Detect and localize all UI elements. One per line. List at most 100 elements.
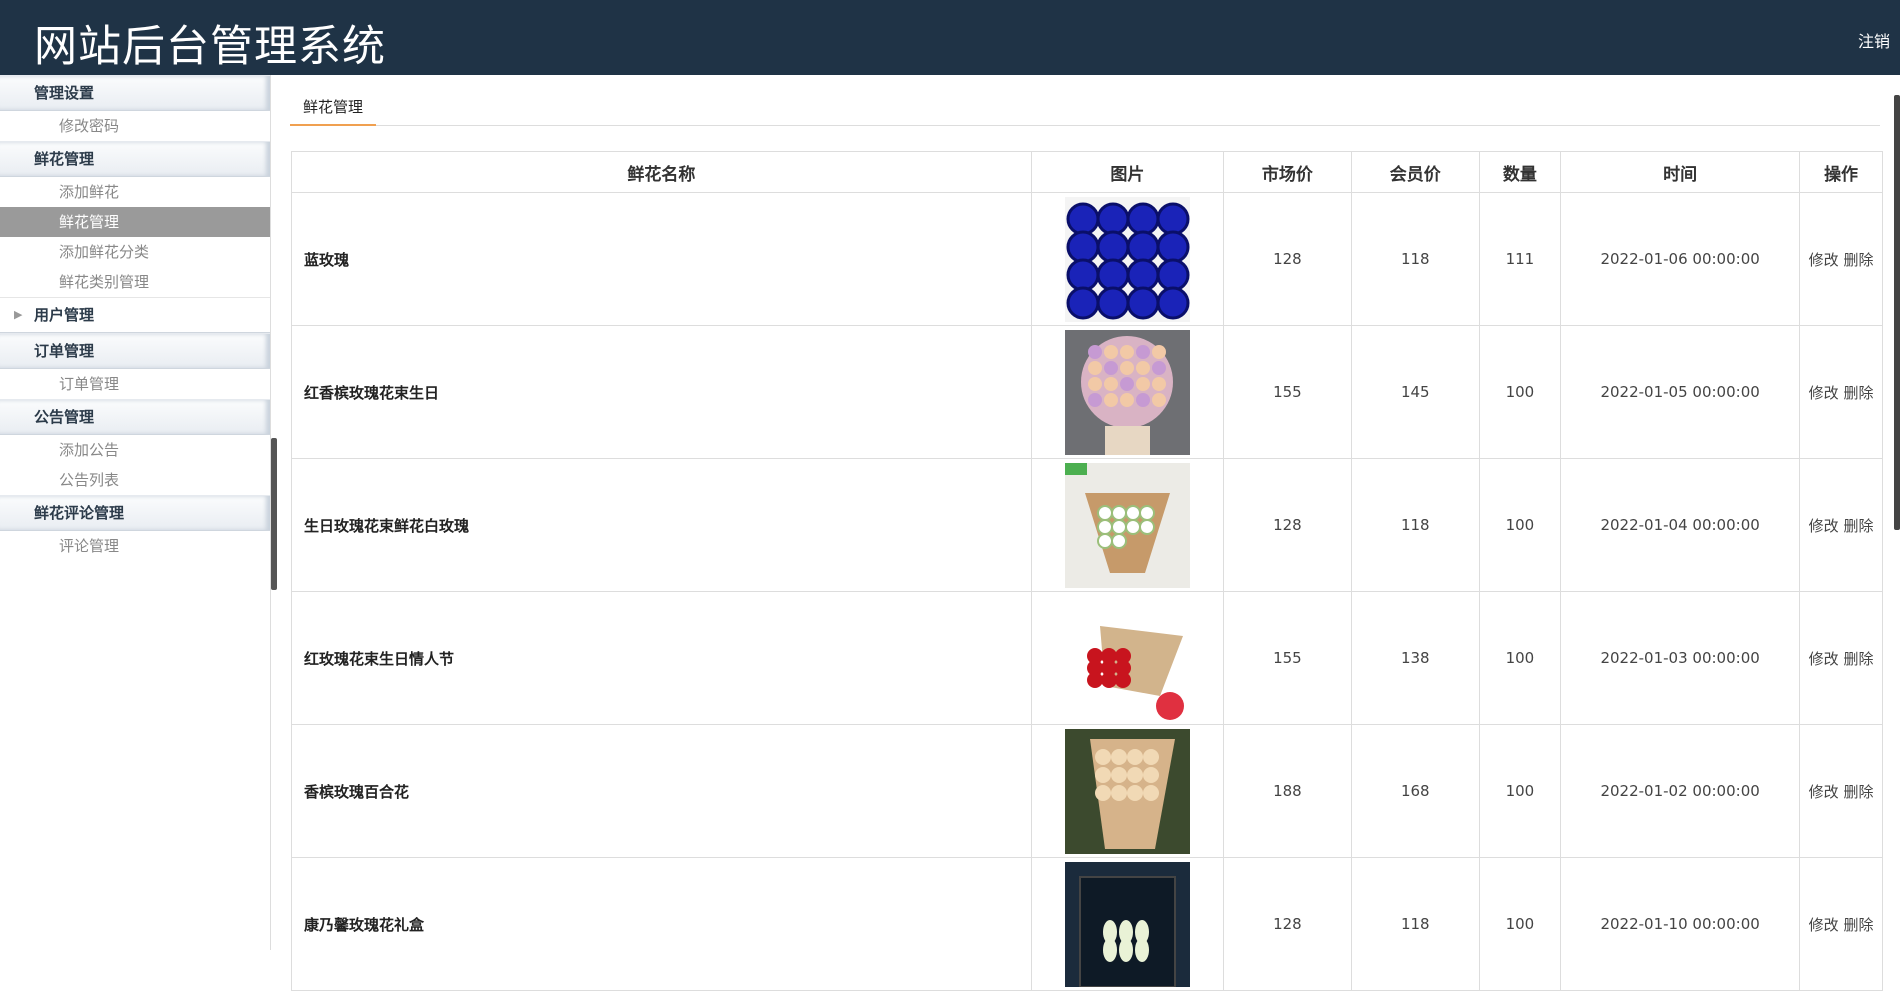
edit-link[interactable]: 修改 xyxy=(1809,517,1839,535)
sidebar-splitter-handle[interactable] xyxy=(271,438,277,590)
flower-thumbnail[interactable] xyxy=(1033,196,1222,322)
table-row: 红玫瑰花束生日情人节 155 138 100 2022-01-03 00:00:… xyxy=(291,591,1883,725)
table-row: 康乃馨玫瑰花礼盒 128 118 100 2022-01-10 00:00:00… xyxy=(291,857,1883,991)
market-price-cell: 128 xyxy=(1222,857,1352,991)
page-scrollbar[interactable] xyxy=(1894,95,1900,530)
member-price-cell: 138 xyxy=(1350,591,1480,725)
delete-link[interactable]: 删除 xyxy=(1843,251,1873,269)
column-header-quantity: 数量 xyxy=(1478,151,1562,193)
delete-link[interactable]: 删除 xyxy=(1843,650,1873,668)
actions-cell: 修改 删除 xyxy=(1799,857,1883,991)
market-price-cell: 155 xyxy=(1222,591,1352,725)
flower-thumbnail[interactable] xyxy=(1033,462,1222,588)
flower-thumbnail[interactable] xyxy=(1033,861,1222,987)
sidebar-item-add-notice[interactable]: 添加公告 xyxy=(0,435,270,465)
edit-link[interactable]: 修改 xyxy=(1809,783,1839,801)
table-header-row: 鲜花名称 图片 市场价 会员价 数量 时间 操作 xyxy=(291,151,1883,193)
sidebar-group-user-management[interactable]: ▶ 用户管理 xyxy=(0,297,270,333)
sidebar-group-label: 用户管理 xyxy=(34,306,95,324)
quantity-cell: 100 xyxy=(1478,325,1562,459)
delete-link[interactable]: 删除 xyxy=(1843,384,1873,402)
flower-name-cell: 蓝玫瑰 xyxy=(291,192,1032,326)
logout-link[interactable]: 注销 xyxy=(1858,28,1890,52)
column-header-time: 时间 xyxy=(1560,151,1801,193)
actions-cell: 修改 删除 xyxy=(1799,724,1883,858)
top-header: 网站后台管理系统 注销 xyxy=(0,0,1900,75)
flower-image-cell xyxy=(1030,724,1224,858)
column-header-market-price: 市场价 xyxy=(1222,151,1352,193)
edit-link[interactable]: 修改 xyxy=(1809,384,1839,402)
sidebar-item-flower-management[interactable]: 鲜花管理 xyxy=(0,207,270,237)
flower-thumbnail[interactable] xyxy=(1033,329,1222,455)
sidebar-group-order-management[interactable]: 订单管理 xyxy=(0,333,270,369)
quantity-cell: 100 xyxy=(1478,458,1562,592)
market-price-cell: 128 xyxy=(1222,458,1352,592)
tab-bar: 鲜花管理 xyxy=(290,97,1880,126)
member-price-cell: 118 xyxy=(1350,458,1480,592)
sidebar: 管理设置 修改密码 鲜花管理 添加鲜花 鲜花管理 添加鲜花分类 鲜花类别管理 ▶… xyxy=(0,75,271,950)
member-price-cell: 168 xyxy=(1350,724,1480,858)
member-price-cell: 145 xyxy=(1350,325,1480,459)
flower-table: 鲜花名称 图片 市场价 会员价 数量 时间 操作 蓝玫瑰 128 118 111… xyxy=(291,151,1883,991)
column-header-member-price: 会员价 xyxy=(1350,151,1480,193)
flower-name-cell: 生日玫瑰花束鲜花白玫瑰 xyxy=(291,458,1032,592)
flower-thumbnail[interactable] xyxy=(1033,728,1222,854)
flower-thumbnail[interactable] xyxy=(1033,595,1222,721)
actions-cell: 修改 删除 xyxy=(1799,591,1883,725)
delete-link[interactable]: 删除 xyxy=(1843,517,1873,535)
table-row: 生日玫瑰花束鲜花白玫瑰 128 118 100 2022-01-04 00:00… xyxy=(291,458,1883,592)
flower-name-cell: 香槟玫瑰百合花 xyxy=(291,724,1032,858)
column-header-actions: 操作 xyxy=(1799,151,1883,193)
actions-cell: 修改 删除 xyxy=(1799,192,1883,326)
flower-image-cell xyxy=(1030,591,1224,725)
edit-link[interactable]: 修改 xyxy=(1809,251,1839,269)
flower-image-cell xyxy=(1030,325,1224,459)
flower-name-cell: 康乃馨玫瑰花礼盒 xyxy=(291,857,1032,991)
actions-cell: 修改 删除 xyxy=(1799,458,1883,592)
member-price-cell: 118 xyxy=(1350,857,1480,991)
tab-flower-management[interactable]: 鲜花管理 xyxy=(290,97,377,126)
delete-link[interactable]: 删除 xyxy=(1843,916,1873,934)
edit-link[interactable]: 修改 xyxy=(1809,650,1839,668)
time-cell: 2022-01-06 00:00:00 xyxy=(1560,192,1801,326)
edit-link[interactable]: 修改 xyxy=(1809,916,1839,934)
time-cell: 2022-01-03 00:00:00 xyxy=(1560,591,1801,725)
sidebar-group-flower-management[interactable]: 鲜花管理 xyxy=(0,141,270,177)
time-cell: 2022-01-05 00:00:00 xyxy=(1560,325,1801,459)
time-cell: 2022-01-10 00:00:00 xyxy=(1560,857,1801,991)
triangle-right-icon: ▶ xyxy=(14,308,23,321)
column-header-image: 图片 xyxy=(1030,151,1224,193)
flower-image-cell xyxy=(1030,192,1224,326)
flower-name-cell: 红香槟玫瑰花束生日 xyxy=(291,325,1032,459)
market-price-cell: 188 xyxy=(1222,724,1352,858)
sidebar-item-add-flower-category[interactable]: 添加鲜花分类 xyxy=(0,237,270,267)
sidebar-item-add-flower[interactable]: 添加鲜花 xyxy=(0,177,270,207)
quantity-cell: 100 xyxy=(1478,591,1562,725)
sidebar-item-notice-list[interactable]: 公告列表 xyxy=(0,465,270,495)
actions-cell: 修改 删除 xyxy=(1799,325,1883,459)
table-row: 红香槟玫瑰花束生日 155 145 100 2022-01-05 00:00:0… xyxy=(291,325,1883,459)
flower-image-cell xyxy=(1030,458,1224,592)
sidebar-group-comment-management[interactable]: 鲜花评论管理 xyxy=(0,495,270,531)
quantity-cell: 100 xyxy=(1478,857,1562,991)
time-cell: 2022-01-04 00:00:00 xyxy=(1560,458,1801,592)
market-price-cell: 155 xyxy=(1222,325,1352,459)
flower-image-cell xyxy=(1030,857,1224,991)
table-row: 蓝玫瑰 128 118 111 2022-01-06 00:00:00 修改 删… xyxy=(291,192,1883,326)
sidebar-item-order-management[interactable]: 订单管理 xyxy=(0,369,270,399)
column-header-name: 鲜花名称 xyxy=(291,151,1032,193)
sidebar-item-comment-management[interactable]: 评论管理 xyxy=(0,531,270,561)
market-price-cell: 128 xyxy=(1222,192,1352,326)
sidebar-group-admin-settings[interactable]: 管理设置 xyxy=(0,75,270,111)
sidebar-item-flower-category-management[interactable]: 鲜花类别管理 xyxy=(0,267,270,297)
quantity-cell: 100 xyxy=(1478,724,1562,858)
time-cell: 2022-01-02 00:00:00 xyxy=(1560,724,1801,858)
sidebar-item-change-password[interactable]: 修改密码 xyxy=(0,111,270,141)
main-content: 鲜花管理 鲜花名称 图片 市场价 会员价 数量 时间 操作 蓝玫瑰 128 11… xyxy=(290,75,1883,991)
quantity-cell: 111 xyxy=(1478,192,1562,326)
sidebar-group-notice-management[interactable]: 公告管理 xyxy=(0,399,270,435)
site-title: 网站后台管理系统 xyxy=(34,22,386,72)
table-row: 香槟玫瑰百合花 188 168 100 2022-01-02 00:00:00 … xyxy=(291,724,1883,858)
member-price-cell: 118 xyxy=(1350,192,1480,326)
delete-link[interactable]: 删除 xyxy=(1843,783,1873,801)
